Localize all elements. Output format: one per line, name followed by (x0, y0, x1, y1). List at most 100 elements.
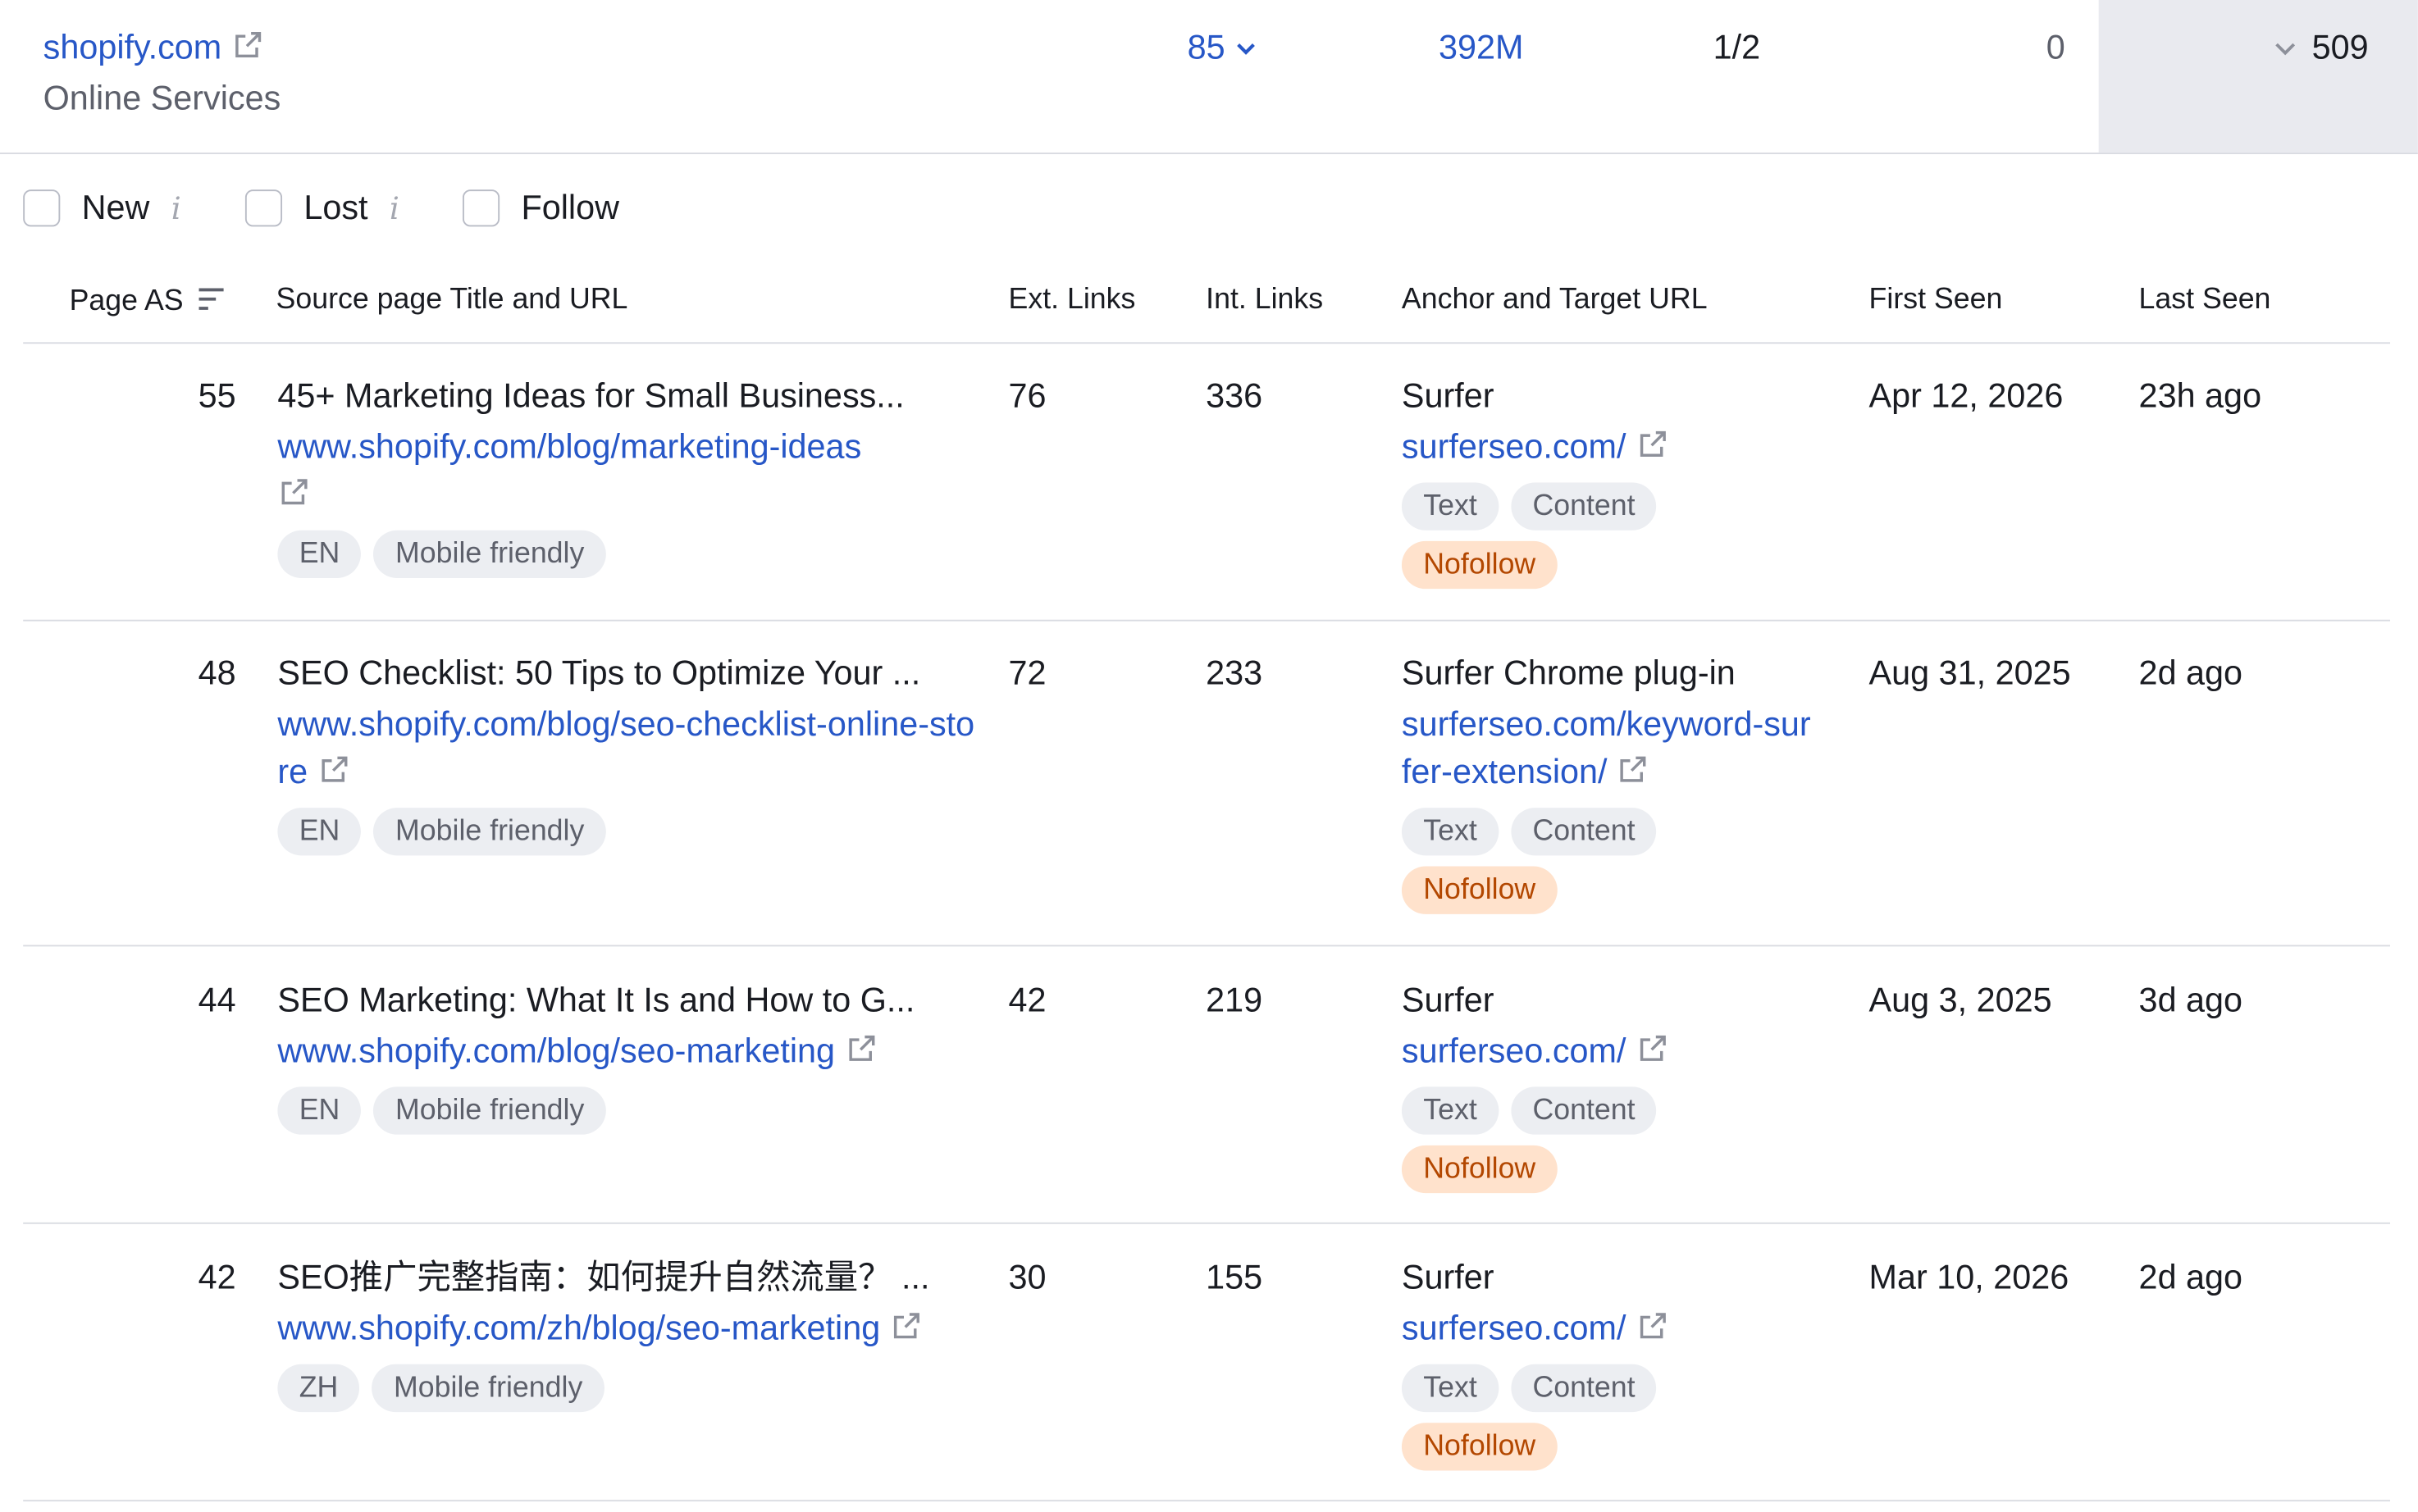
source-title: 45+ Marketing Ideas for Small Business..… (277, 376, 905, 415)
info-icon[interactable]: i (390, 189, 399, 226)
first-seen-value: Mar 10, 2026 (1868, 1258, 2069, 1297)
page-as-value: 55 (198, 376, 236, 415)
sort-icon[interactable] (196, 284, 227, 315)
link-tags: Text Content (1401, 808, 1818, 856)
mobile-badge: Mobile friendly (373, 530, 606, 578)
first-seen-value: Aug 3, 2025 (1868, 980, 2052, 1019)
anchor-text: Surfer Chrome plug-in (1401, 654, 1736, 693)
source-page: SEO推广完整指南：如何提升自然流量？ ... www.shopify.com/… (277, 1252, 979, 1413)
lost-checkbox[interactable] (244, 189, 283, 227)
nofollow-badge: Nofollow (1401, 1145, 1558, 1194)
col-page-as-label: Page AS (69, 285, 184, 318)
nofollow-badge: Nofollow (1401, 540, 1558, 590)
backlinks-panel: shopify.com Online Services 85 392M 1/2 … (0, 0, 2418, 1512)
external-link-icon[interactable] (1636, 427, 1669, 461)
col-page-as[interactable]: Page AS (70, 284, 227, 319)
target-url-link[interactable]: surferseo.com/keyword-surfer-extension/ (1402, 700, 1818, 796)
col-anchor[interactable]: Anchor and Target URL (1402, 284, 1708, 317)
filter-lost-label: Lost (303, 188, 368, 227)
anchor-text: Surfer (1401, 980, 1494, 1019)
source-url[interactable]: www.shopify.com/blog/marketing-ideas (277, 427, 861, 466)
col-source[interactable]: Source page Title and URL (276, 284, 628, 317)
language-badge: EN (277, 1086, 362, 1135)
filter-follow[interactable]: Follow (463, 185, 619, 231)
source-url[interactable]: www.shopify.com/blog/seo-marketing (277, 1032, 835, 1070)
table-row: 44 SEO Marketing: What It Is and How to … (23, 974, 2391, 1224)
ext-links-value: 76 (1008, 376, 1047, 415)
col-ext-links[interactable]: Ext. Links (1009, 284, 1136, 317)
context-badge: Content (1511, 482, 1657, 531)
filter-lost[interactable]: Lost i (244, 185, 399, 231)
source-url-link[interactable]: www.shopify.com/zh/blog/seo-marketing (277, 1304, 979, 1351)
info-icon[interactable]: i (171, 189, 181, 226)
source-url-link[interactable]: www.shopify.com/blog/seo-checklist-onlin… (277, 700, 979, 796)
col-int-links[interactable]: Int. Links (1206, 284, 1323, 317)
anchor-target: Surfer surferseo.com/ Text Content Nofol… (1401, 1252, 1818, 1471)
filter-new-label: New (81, 188, 150, 227)
authority-score-toggle[interactable]: 85 (1188, 28, 1259, 68)
external-link-icon[interactable] (231, 28, 265, 61)
target-url[interactable]: surferseo.com/ (1402, 1032, 1626, 1070)
col-first-seen[interactable]: First Seen (1869, 284, 2003, 317)
chevron-down-icon (2275, 43, 2296, 56)
follow-checkbox[interactable] (463, 189, 500, 227)
last-seen-value: 3d ago (2138, 980, 2243, 1019)
backlinks-count-link[interactable]: 392M (1439, 28, 1523, 68)
target-url-link[interactable]: surferseo.com/ (1402, 422, 1818, 470)
source-tags: ZH Mobile friendly (277, 1364, 979, 1413)
anchor-target: Surfer surferseo.com/ Text Content Nofol… (1401, 974, 1818, 1194)
target-url-link[interactable]: surferseo.com/ (1402, 1027, 1818, 1074)
nofollow-badge: Nofollow (1401, 1423, 1558, 1471)
language-badge: EN (277, 530, 362, 578)
mobile-badge: Mobile friendly (372, 1364, 604, 1413)
target-url[interactable]: surferseo.com/ (1402, 1309, 1626, 1347)
ext-links-value: 42 (1008, 980, 1047, 1019)
filter-new[interactable]: New i (23, 185, 181, 231)
expanded-backlinks-cell[interactable]: 509 (2098, 0, 2418, 153)
anchor-text: Surfer (1401, 376, 1494, 415)
target-url[interactable]: surferseo.com/keyword-surfer-extension/ (1402, 704, 1811, 790)
page-as-value: 42 (198, 1258, 236, 1297)
mobile-badge: Mobile friendly (373, 808, 606, 856)
external-link-icon[interactable] (317, 752, 350, 786)
first-seen-value: Aug 31, 2025 (1868, 654, 2071, 693)
source-url-link[interactable]: www.shopify.com/blog/marketing-ideas (277, 422, 979, 518)
external-link-icon[interactable] (1617, 752, 1650, 786)
external-link-icon[interactable] (1636, 1309, 1669, 1342)
source-url[interactable]: www.shopify.com/zh/blog/seo-marketing (277, 1309, 880, 1347)
source-tags: EN Mobile friendly (277, 1086, 979, 1135)
table-row: 42 SEO推广完整指南：如何提升自然流量？ ... www.shopify.c… (23, 1252, 2391, 1502)
anchor-target: Surfer surferseo.com/ Text Content Nofol… (1401, 370, 1818, 590)
mobile-badge: Mobile friendly (373, 1086, 606, 1135)
source-url-link[interactable]: www.shopify.com/blog/seo-marketing (277, 1027, 979, 1074)
domain-name[interactable]: shopify.com (43, 28, 222, 66)
last-seen-value: 2d ago (2138, 1258, 2243, 1297)
int-links-value: 219 (1206, 980, 1263, 1019)
external-link-icon[interactable] (277, 475, 311, 508)
domain-link[interactable]: shopify.com (43, 28, 265, 68)
filter-follow-label: Follow (521, 188, 619, 227)
context-badge: Content (1511, 1364, 1657, 1413)
source-tags: EN Mobile friendly (277, 530, 979, 578)
int-links-value: 336 (1206, 376, 1263, 415)
target-url[interactable]: surferseo.com/ (1402, 427, 1626, 466)
expanded-count: 509 (2311, 27, 2369, 66)
backlinks-expand-toggle[interactable]: 509 (2272, 28, 2369, 68)
new-checkbox[interactable] (23, 189, 61, 227)
ext-links-value: 30 (1008, 1258, 1047, 1297)
context-badge: Content (1511, 1086, 1657, 1135)
col-last-seen[interactable]: Last Seen (2139, 284, 2271, 317)
link-tags: Text Content (1401, 482, 1818, 531)
type-badge: Text (1401, 482, 1499, 531)
external-link-icon[interactable] (890, 1309, 924, 1342)
language-badge: EN (277, 808, 362, 856)
table-row: 55 45+ Marketing Ideas for Small Busines… (23, 370, 2391, 622)
source-url[interactable]: www.shopify.com/blog/seo-checklist-onlin… (277, 704, 974, 790)
language-badge: ZH (277, 1364, 360, 1413)
type-badge: Text (1401, 1364, 1499, 1413)
external-link-icon[interactable] (844, 1032, 878, 1065)
source-page: SEO Marketing: What It Is and How to G..… (277, 974, 979, 1135)
target-url-link[interactable]: surferseo.com/ (1402, 1304, 1818, 1351)
external-link-icon[interactable] (1636, 1032, 1669, 1065)
link-tags: Text Content (1401, 1364, 1818, 1413)
